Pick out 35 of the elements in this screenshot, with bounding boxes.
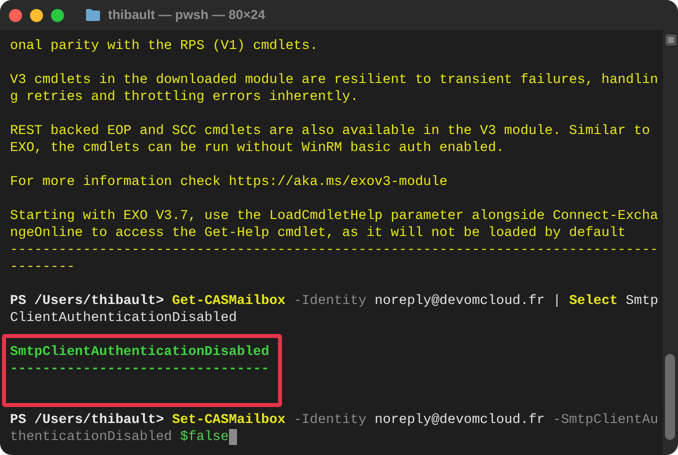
scrollbar-thumb[interactable] [665,354,675,440]
window-title: thibault — pwsh — 80×24 [108,6,266,24]
command-text: Get-CASMailbox [172,294,286,309]
result-text: -------------------------------- [10,362,270,377]
output-text: For more information check https://aka.ms/exov3-module [10,175,448,190]
output-text: REST backed EOP and SCC cmdlets are also available in the V3 module. Similar to [10,124,650,139]
parameter-text: -Identity [294,413,366,428]
argument-text: ClientAuthenticationDisabled [10,311,237,326]
output-text: Starting with EXO V3.7, use the LoadCmdletHelp parameter alongside Connect-Excha [10,209,658,224]
scrollbar[interactable] [663,30,678,455]
output-text: V3 cmdlets in the downloaded module are resilient to transient failures, handlin [10,73,658,88]
output-text: -------- [10,260,75,275]
parameter-text: -Identity [294,294,366,309]
output-text: g retries and throttling errors inherently. [10,90,358,105]
zoom-button[interactable] [51,8,64,22]
menu-icon[interactable] [664,34,676,46]
argument-text: Smtp [626,294,658,309]
parameter-text: thenticationDisabled [10,430,172,445]
argument-text: | [552,294,561,309]
argument-text: noreply@devomcloud.fr [374,294,545,309]
variable-text: $false [180,430,229,445]
result-text: SmtpClientAuthenticationDisabled [10,345,270,360]
parameter-text: -SmtpClientAu [552,413,658,428]
folder-icon [86,9,100,21]
output-text: -------------------------------------------------------------------------------- [10,243,658,258]
minimize-button[interactable] [30,8,43,22]
output-text: onal parity with the RPS (V1) cmdlets. [10,39,318,54]
command-text: Set-CASMailbox [172,413,286,428]
prompt-text: PS /Users/thibault> [10,413,164,428]
argument-text: noreply@devomcloud.fr [374,413,545,428]
close-button[interactable] [9,8,22,22]
prompt-text: PS /Users/thibault> [10,294,164,309]
command-text: Select [569,294,618,309]
output-text: EXO, the cmdlets can be run without WinRM basic auth enabled. [10,141,504,156]
output-text: ngeOnline to access the Get-Help cmdlet, as it will not be loaded by default [10,226,626,241]
